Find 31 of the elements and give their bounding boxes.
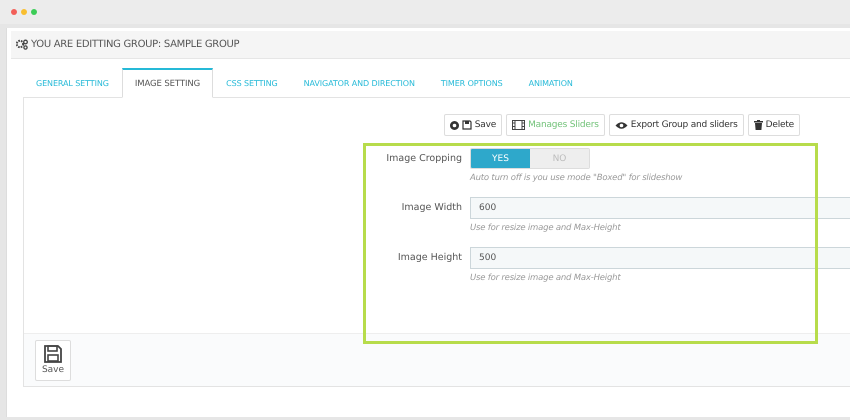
save-button[interactable]: Save xyxy=(444,114,502,136)
tab[interactable]: TIMER OPTIONS xyxy=(428,68,516,97)
delete-button[interactable]: Delete xyxy=(748,114,800,136)
save-button[interactable]: Save xyxy=(35,340,71,380)
tab[interactable]: NAVIGATOR AND DIRECTION xyxy=(290,68,428,97)
toggle-option[interactable]: YES xyxy=(471,149,530,168)
field-label: Image Height xyxy=(398,251,462,263)
field-label: Image Cropping xyxy=(386,152,462,164)
floppy-icon xyxy=(462,120,472,130)
floppy-icon xyxy=(44,345,62,363)
input-field[interactable]: 500 xyxy=(470,247,850,269)
film-icon xyxy=(512,120,526,130)
tab[interactable]: GENERAL SETTING xyxy=(23,68,122,97)
panel-title: YOU ARE EDITTING GROUP: SAMPLE GROUP xyxy=(31,39,240,50)
eye-icon xyxy=(614,120,628,130)
help-text: Auto turn off is you use mode "Boxed" for slideshow xyxy=(470,173,684,183)
manage-sliders-button[interactable]: Manages Sliders xyxy=(506,114,605,136)
circle-icon xyxy=(450,120,459,130)
field-label: Image Width xyxy=(402,201,462,213)
tab[interactable]: IMAGE SETTING xyxy=(122,68,214,98)
input-field[interactable]: 600 xyxy=(470,197,850,219)
export-button[interactable]: Export Group and sliders xyxy=(608,114,744,136)
help-text: Use for resize image and Max-Height xyxy=(470,223,622,233)
gears-icon xyxy=(16,39,28,50)
tab[interactable]: CSS SETTING xyxy=(213,68,291,97)
trash-icon xyxy=(754,120,763,130)
help-text: Use for resize image and Max-Height xyxy=(470,273,622,283)
tab[interactable]: ANIMATION xyxy=(516,68,586,97)
maximize-dot[interactable] xyxy=(31,9,37,15)
close-dot[interactable] xyxy=(11,9,17,15)
minimize-dot[interactable] xyxy=(21,9,27,15)
